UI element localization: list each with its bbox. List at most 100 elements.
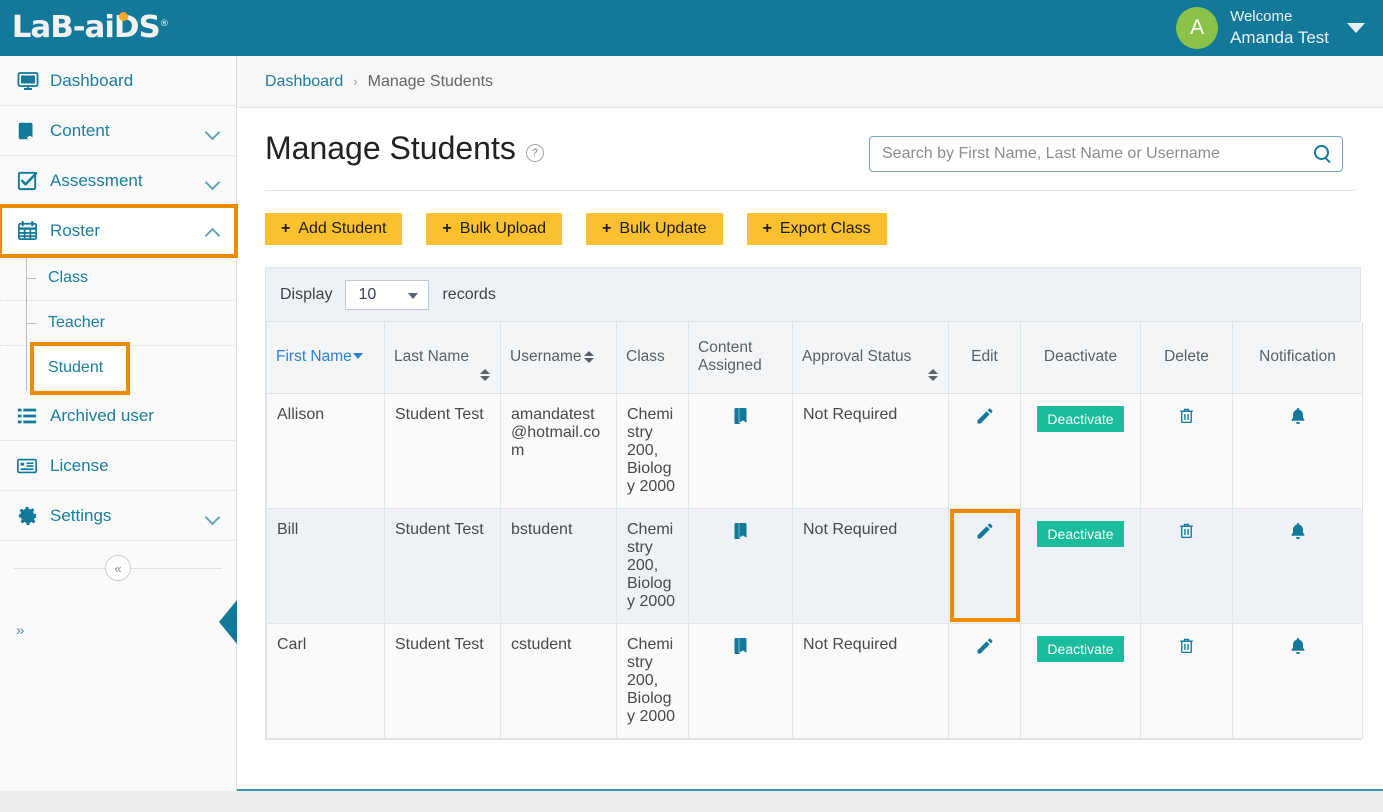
sidebar-item-assessment[interactable]: Assessment (0, 156, 236, 206)
edit-pencil-icon[interactable] (975, 406, 995, 431)
sidebar-item-dashboard[interactable]: Dashboard (0, 56, 236, 106)
cell-edit (949, 623, 1021, 738)
cell-notification (1233, 393, 1363, 508)
edit-pencil-icon[interactable] (975, 521, 995, 546)
cell-first-name: Bill (267, 508, 385, 623)
notification-bell-icon[interactable] (1288, 521, 1308, 546)
delete-trash-icon[interactable] (1177, 521, 1196, 545)
book-icon[interactable] (731, 521, 750, 545)
sidebar-subitem-label: Class (48, 269, 88, 287)
collapse-sidebar-button[interactable]: « (105, 555, 131, 581)
page-title-text: Manage Students (265, 130, 516, 167)
column-header-content-assigned[interactable]: Content Assigned (689, 322, 793, 393)
button-label: Bulk Update (619, 220, 706, 238)
delete-trash-icon[interactable] (1177, 406, 1196, 430)
plus-icon: + (763, 220, 772, 238)
bulk-upload-button[interactable]: + Bulk Upload (426, 213, 562, 245)
chevron-down-icon[interactable] (1347, 23, 1365, 33)
button-label: Bulk Upload (460, 220, 546, 238)
search-icon[interactable] (1314, 145, 1332, 163)
breadcrumb-dashboard-link[interactable]: Dashboard (265, 73, 343, 91)
help-icon[interactable]: ? (526, 144, 544, 162)
logo-wordmark: LaB-aiDS (12, 10, 160, 45)
bulk-update-button[interactable]: + Bulk Update (586, 213, 723, 245)
column-header-class[interactable]: Class (617, 322, 689, 393)
column-header-last-name[interactable]: Last Name (385, 322, 501, 393)
expand-double-arrow-icon[interactable]: » (16, 622, 24, 639)
deactivate-button[interactable]: Deactivate (1037, 521, 1123, 547)
table-row: Carl Student Test cstudent Chemistry 200… (267, 623, 1363, 738)
cell-class: Chemistry 200, Biology 2000 (617, 623, 689, 738)
sidebar-item-archived-user[interactable]: Archived user (0, 391, 236, 441)
cell-first-name: Carl (267, 623, 385, 738)
notification-bell-icon[interactable] (1288, 406, 1308, 431)
sidebar-item-student[interactable]: Student (34, 346, 126, 391)
book-icon[interactable] (731, 636, 750, 660)
delete-trash-icon[interactable] (1177, 636, 1196, 660)
cell-notification (1233, 623, 1363, 738)
column-label: Edit (971, 348, 998, 365)
records-per-page-value: 10 (358, 286, 376, 304)
column-header-approval-status[interactable]: Approval Status (793, 322, 949, 393)
column-label: Content Assigned (698, 339, 762, 374)
welcome-block: Welcome Amanda Test (1230, 8, 1329, 48)
search-box[interactable] (869, 136, 1343, 172)
add-student-button[interactable]: + Add Student (265, 213, 402, 245)
monitor-icon (16, 69, 50, 93)
button-label: Export Class (780, 220, 871, 238)
sidebar-collapse-row: « (0, 541, 236, 595)
notification-bell-icon[interactable] (1288, 636, 1308, 661)
table-row: Bill Student Test bstudent Chemistry 200… (267, 508, 1363, 623)
sidebar-subitem-label: Student (48, 359, 103, 377)
chevron-down-icon[interactable] (206, 124, 220, 138)
gear-icon (16, 504, 50, 527)
user-menu[interactable]: A Welcome Amanda Test (1176, 7, 1383, 49)
column-header-edit: Edit (949, 322, 1021, 393)
table-row: Allison Student Test amandatest@hotmail.… (267, 393, 1363, 508)
sidebar-item-roster[interactable]: Roster (0, 206, 236, 256)
sidebar-item-label: License (50, 456, 220, 476)
bottom-strip (0, 791, 1383, 812)
book-icon[interactable] (731, 406, 750, 430)
sidebar-item-class[interactable]: Class (0, 256, 236, 301)
sidebar-item-label: Roster (50, 221, 206, 241)
records-per-page-select[interactable]: 10 (345, 280, 429, 310)
column-label: Notification (1259, 348, 1336, 365)
edit-pencil-icon[interactable] (975, 636, 995, 661)
card-icon (16, 455, 50, 477)
sidebar-item-teacher[interactable]: Teacher (0, 301, 236, 346)
plus-icon: + (442, 220, 451, 238)
page-title-row: Manage Students ? (237, 108, 1383, 172)
top-header-bar: LaB-aiDS® A Welcome Amanda Test (0, 0, 1383, 56)
tree-tick (26, 278, 36, 279)
sidebar-item-label: Assessment (50, 171, 206, 191)
brand-logo[interactable]: LaB-aiDS® (0, 13, 166, 43)
chevron-down-icon[interactable] (206, 174, 220, 188)
deactivate-button[interactable]: Deactivate (1037, 636, 1123, 662)
cell-delete (1141, 508, 1233, 623)
cell-approval-status: Not Required (793, 393, 949, 508)
avatar: A (1176, 7, 1218, 49)
sidebar-subitem-label: Teacher (48, 314, 105, 332)
sidebar-item-label: Archived user (50, 406, 220, 426)
sidebar-item-settings[interactable]: Settings (0, 491, 236, 541)
cell-deactivate: Deactivate (1021, 393, 1141, 508)
chevron-down-icon[interactable] (206, 509, 220, 523)
cell-edit (949, 508, 1021, 623)
chevron-up-icon[interactable] (206, 224, 220, 238)
deactivate-button[interactable]: Deactivate (1037, 406, 1123, 432)
export-class-button[interactable]: + Export Class (747, 213, 887, 245)
sidebar-item-license[interactable]: License (0, 441, 236, 491)
table-head: First Name Last Name Username Class (267, 322, 1363, 393)
column-header-username[interactable]: Username (501, 322, 617, 393)
sort-desc-icon (353, 353, 363, 359)
cell-content-assigned (689, 623, 793, 738)
cell-deactivate: Deactivate (1021, 508, 1141, 623)
column-label: Delete (1164, 348, 1209, 365)
page-title: Manage Students ? (265, 130, 544, 167)
tree-tick (26, 323, 36, 324)
search-input[interactable] (882, 145, 1314, 163)
display-label: Display (280, 286, 332, 304)
sidebar-item-content[interactable]: Content (0, 106, 236, 156)
column-header-first-name[interactable]: First Name (267, 322, 385, 393)
